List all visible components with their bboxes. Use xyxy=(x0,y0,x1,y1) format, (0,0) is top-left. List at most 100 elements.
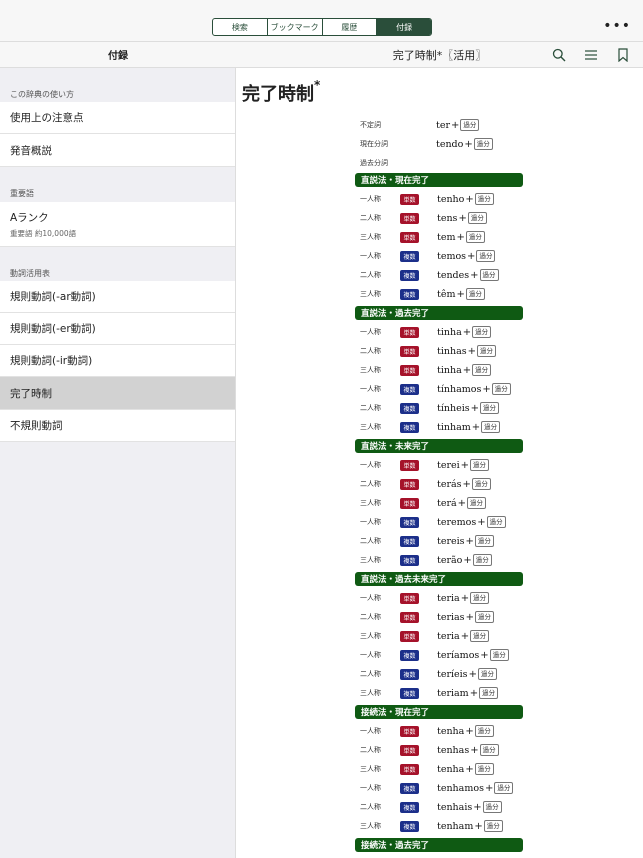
number-badge: 複数 xyxy=(400,782,419,794)
sidebar-item-label: 発音概説 xyxy=(10,144,52,157)
verb-form: tínhamos xyxy=(437,383,482,395)
verb-form: tens xyxy=(437,212,458,224)
verb-form: tenha xyxy=(437,725,465,737)
sidebar-item-pronunciation[interactable]: 発音概説 xyxy=(0,134,235,167)
conjugation-row: 一人称 複数 tínhamos + 過分 xyxy=(360,382,511,396)
person-label: 一人称 xyxy=(360,461,381,469)
tab-bookmark[interactable]: ブックマーク xyxy=(268,19,323,35)
sidebar-item-perfect-tense[interactable]: 完了時制 xyxy=(0,377,235,410)
conjugation-row: 三人称 単数 tem + 過分 xyxy=(360,230,485,244)
sidebar-item-notes[interactable]: 使用上の注意点 xyxy=(0,102,235,134)
content-pane: 完了時制* 不定詞 ter + 過分 現在分詞 tendo + 過分 過去分詞 直説法・現在完了一… xyxy=(236,68,643,858)
plus-sign: + xyxy=(474,820,483,832)
verb-form: tinhas xyxy=(437,345,467,357)
person-label: 一人称 xyxy=(360,727,381,735)
number-badge: 複数 xyxy=(400,383,419,395)
person-label: 三人称 xyxy=(360,290,381,298)
conjugation-row: 三人称 複数 tenham + 過分 xyxy=(360,819,503,833)
sidebar-item-sub: 重要語 約10,000語 xyxy=(10,228,77,238)
verb-form: terão xyxy=(437,554,463,566)
verb-form: tendo xyxy=(436,138,464,150)
past-participle-tag: 過分 xyxy=(489,649,509,661)
plus-sign: + xyxy=(471,421,481,433)
conjugation-row: 二人称 単数 tenhas + 過分 xyxy=(360,743,499,757)
conjugation-row: 二人称 複数 tenhais + 過分 xyxy=(360,800,502,814)
more-icon[interactable]: ••• xyxy=(603,19,631,33)
sidebar-item-label: Aランク xyxy=(10,211,49,224)
number-badge: 単数 xyxy=(400,611,419,623)
verb-form: teríeis xyxy=(437,668,468,680)
app-window: 検索 ブックマーク 履歴 付録 ••• 付録 完了時制*〖活用〗 この辞典の使い… xyxy=(0,0,643,858)
conjugation-row: 一人称 単数 tenho + 過分 xyxy=(360,192,494,206)
plus-sign: + xyxy=(462,364,472,376)
search-icon[interactable] xyxy=(552,48,566,62)
number-badge: 単数 xyxy=(400,459,419,471)
plus-sign: + xyxy=(460,459,470,471)
verb-form: tem xyxy=(437,231,456,243)
tab-appendix[interactable]: 付録 xyxy=(377,19,431,35)
person-label: 三人称 xyxy=(360,366,381,374)
number-badge: 複数 xyxy=(400,421,419,433)
person-label: 二人称 xyxy=(360,537,381,545)
past-participle-tag: 過分 xyxy=(479,744,499,756)
person-label: 一人称 xyxy=(360,784,381,792)
section-label-conjugation: 動詞活用表 xyxy=(10,269,50,278)
conjugation-row: 三人称 単数 teria + 過分 xyxy=(360,629,490,643)
bookmark-icon[interactable] xyxy=(616,48,630,62)
person-label: 一人称 xyxy=(360,252,381,260)
number-badge: 単数 xyxy=(400,326,419,338)
conjugation-row: 一人称 複数 teremos + 過分 xyxy=(360,515,506,529)
past-participle-tag: 過分 xyxy=(474,193,494,205)
past-participle-tag: 過分 xyxy=(476,250,496,262)
sidebar-item-irregular-verbs[interactable]: 不規則動詞 xyxy=(0,410,235,442)
sidebar-item-ar-verbs[interactable]: 規則動詞(-ar動詞) xyxy=(0,281,235,313)
content-header: 完了時制*〖活用〗 xyxy=(236,41,643,68)
person-label: 三人称 xyxy=(360,822,381,830)
plus-sign: + xyxy=(464,138,473,150)
verb-form: teríamos xyxy=(437,649,480,661)
verb-form: terias xyxy=(437,611,465,623)
sidebar-item-ir-verbs[interactable]: 規則動詞(-ir動詞) xyxy=(0,345,235,377)
plus-sign: + xyxy=(460,630,470,642)
plus-sign: + xyxy=(465,763,474,775)
verb-form: teria xyxy=(437,592,460,604)
verb-form: tenhamos xyxy=(437,782,484,794)
sidebar-item-a-rank[interactable]: Aランク 重要語 約10,000語 xyxy=(0,202,235,247)
conjugation-row: 一人称 複数 temos + 過分 xyxy=(360,249,496,263)
person-label: 三人称 xyxy=(360,233,381,241)
tab-search[interactable]: 検索 xyxy=(213,19,268,35)
conjugation-row: 二人称 複数 tínheis + 過分 xyxy=(360,401,500,415)
person-label: 三人称 xyxy=(360,632,381,640)
person-label: 一人称 xyxy=(360,385,381,393)
verb-form: tinham xyxy=(437,421,471,433)
past-participle-tag: 過分 xyxy=(472,364,492,376)
number-badge: 複数 xyxy=(400,250,419,262)
number-badge: 単数 xyxy=(400,345,419,357)
section-label-important: 重要語 xyxy=(10,189,34,198)
number-badge: 単数 xyxy=(400,744,419,756)
number-badge: 複数 xyxy=(400,288,419,300)
person-label: 二人称 xyxy=(360,480,381,488)
conjugation-row: 三人称 複数 tinham + 過分 xyxy=(360,420,501,434)
plus-sign: + xyxy=(470,402,480,414)
conjugation-row: 一人称 複数 tenhamos + 過分 xyxy=(360,781,514,795)
tab-history[interactable]: 履歴 xyxy=(323,19,378,35)
sidebar-item-label: 規則動詞(-er動詞) xyxy=(10,323,96,335)
person-label: 三人称 xyxy=(360,423,381,431)
tense-header: 直説法・未来完了 xyxy=(355,439,523,453)
number-badge: 複数 xyxy=(400,687,419,699)
tense-header: 接続法・現在完了 xyxy=(355,705,523,719)
number-badge: 複数 xyxy=(400,668,419,680)
plus-sign: + xyxy=(456,231,465,243)
past-participle-tag: 過分 xyxy=(479,687,499,699)
sidebar-item-er-verbs[interactable]: 規則動詞(-er動詞) xyxy=(0,313,235,345)
past-participle-tag: 過分 xyxy=(491,383,511,395)
plus-sign: + xyxy=(467,250,476,262)
list-icon[interactable] xyxy=(584,48,598,62)
past-participle-tag: 過分 xyxy=(460,119,480,131)
past-participle-tag: 過分 xyxy=(494,782,514,794)
entry-mark: * xyxy=(314,78,321,92)
person-label: 一人称 xyxy=(360,518,381,526)
conjugation-row: 三人称 複数 teriam + 過分 xyxy=(360,686,499,700)
verb-form: teria xyxy=(437,630,460,642)
